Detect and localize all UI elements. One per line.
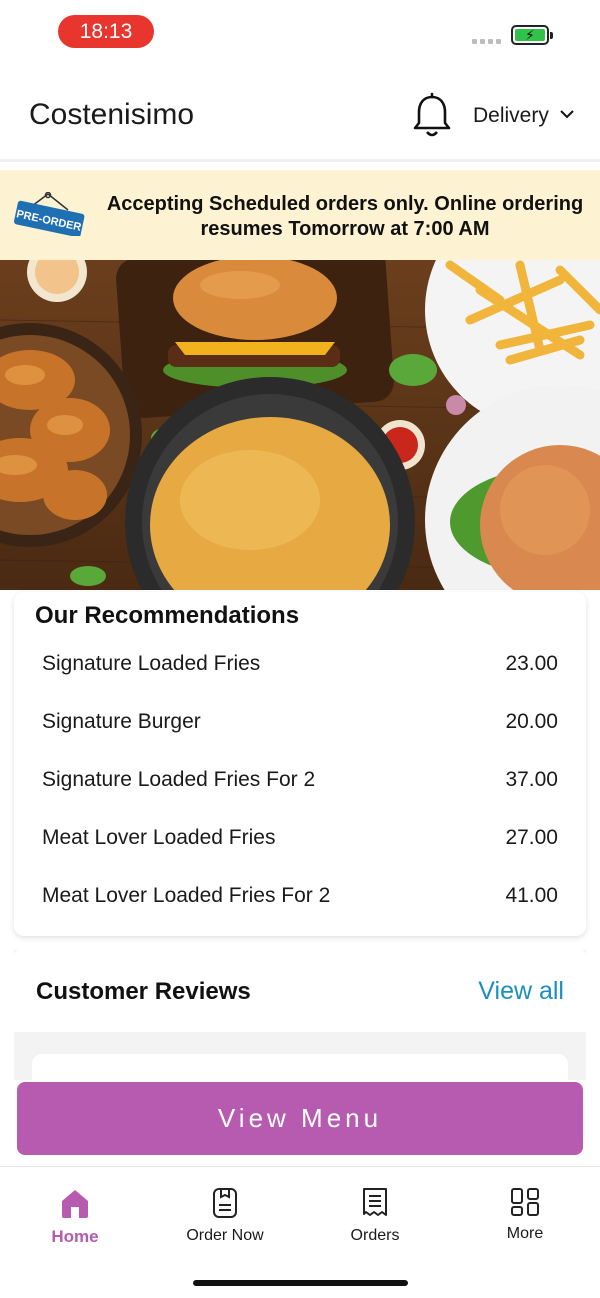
tab-home[interactable]: Home	[15, 1187, 135, 1257]
scheduled-orders-banner: PRE-ORDER Accepting Scheduled orders onl…	[0, 170, 600, 260]
view-all-reviews-link[interactable]: View all	[478, 977, 564, 1006]
recommendation-item-name: Meat Lover Loaded Fries	[42, 826, 276, 849]
recommendations-card: Our Recommendations Signature Loaded Fri…	[14, 592, 586, 936]
grid-icon	[511, 1188, 539, 1216]
recommendation-item[interactable]: Signature Loaded Fries 23.00	[42, 652, 558, 682]
tab-home-label: Home	[51, 1227, 99, 1246]
recommendation-item-name: Signature Loaded Fries For 2	[42, 768, 316, 791]
tab-orders[interactable]: Orders	[315, 1187, 435, 1257]
bottom-tab-bar: Home Order Now Orders More	[0, 1166, 600, 1298]
tab-order-now[interactable]: Order Now	[165, 1187, 285, 1257]
status-bar: 18:13 ⚡	[0, 0, 600, 70]
order-now-icon	[213, 1188, 237, 1218]
tab-more-label: More	[506, 1225, 544, 1242]
delivery-mode-selector[interactable]: Delivery	[473, 104, 549, 128]
app-header: Costenisimo Delivery	[0, 70, 600, 162]
recommendation-item[interactable]: Meat Lover Loaded Fries 27.00	[42, 826, 558, 856]
banner-message: Accepting Scheduled orders only. Online …	[106, 193, 584, 240]
reviews-title: Customer Reviews	[36, 978, 251, 1005]
tab-order-now-label: Order Now	[186, 1227, 264, 1244]
receipt-icon	[363, 1188, 387, 1216]
battery-icon: ⚡	[511, 25, 553, 45]
recommendation-item-name: Meat Lover Loaded Fries For 2	[42, 884, 331, 907]
bell-icon[interactable]	[410, 92, 454, 140]
recommendation-item-price: 37.00	[505, 768, 558, 791]
recommendation-item-price: 20.00	[505, 710, 558, 733]
recommendation-item-price: 23.00	[505, 652, 558, 675]
signal-icon	[472, 39, 501, 44]
view-menu-button[interactable]: View Menu	[17, 1082, 583, 1155]
recommendation-item-name: Signature Loaded Fries	[42, 652, 261, 675]
recommendation-item-price: 27.00	[505, 826, 558, 849]
hero-food-image	[0, 260, 600, 590]
chevron-down-icon[interactable]	[558, 104, 576, 124]
recommendation-item[interactable]: Signature Loaded Fries For 2 37.00	[42, 768, 558, 798]
recommendation-item[interactable]: Signature Burger 20.00	[42, 710, 558, 740]
home-indicator	[193, 1280, 408, 1286]
recommendation-item-price: 41.00	[505, 884, 558, 907]
tab-orders-label: Orders	[350, 1227, 400, 1244]
reviews-header: Customer Reviews View all	[14, 950, 586, 1032]
recommendations-title: Our Recommendations	[35, 602, 300, 629]
recommendation-item-name: Signature Burger	[42, 710, 201, 733]
recommendation-item[interactable]: Meat Lover Loaded Fries For 2 41.00	[42, 884, 558, 914]
home-icon	[62, 1190, 88, 1218]
app-title: Costenisimo	[29, 98, 195, 131]
tab-more[interactable]: More	[465, 1187, 585, 1257]
status-time: 18:13	[58, 15, 154, 48]
pre-order-tag-icon: PRE-ORDER	[14, 192, 85, 236]
